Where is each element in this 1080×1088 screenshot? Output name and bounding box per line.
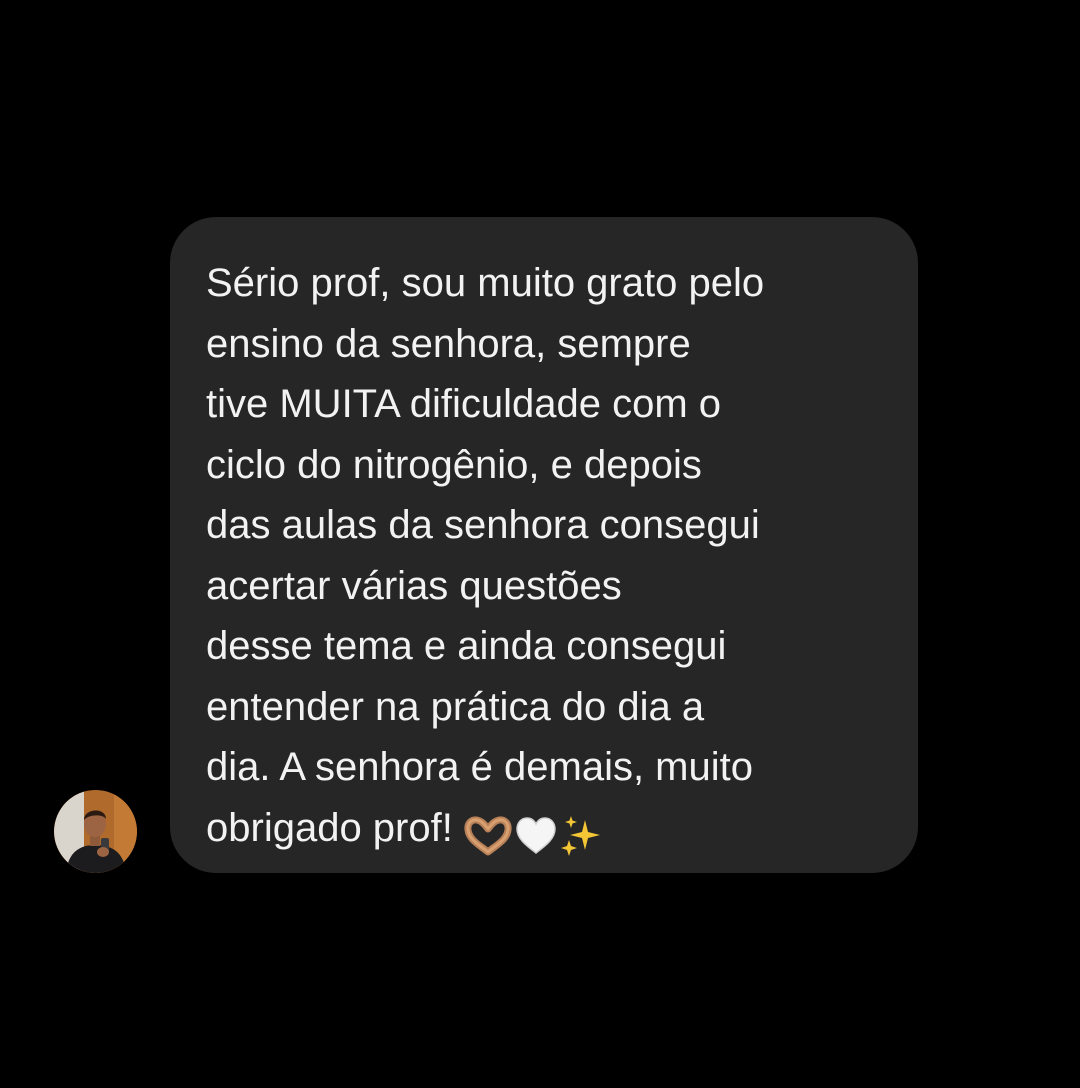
message-line: ciclo do nitrogênio, e depois [206, 442, 702, 487]
emoji-group [463, 804, 607, 865]
chat-screen: Sério prof, sou muito grato pelo ensino … [0, 0, 1080, 1088]
message-line: desse tema e ainda consegui [206, 624, 727, 668]
message-line: das aulas da senhora consegui [206, 503, 760, 547]
message-bubble[interactable]: Sério prof, sou muito grato pelo ensino … [170, 217, 918, 873]
message-line-last: obrigado prof! [206, 798, 882, 865]
message-line: entender na prática do dia a [206, 684, 705, 729]
sender-avatar[interactable] [54, 790, 137, 873]
message-text: Sério prof, sou muito grato pelo ensino … [206, 253, 882, 864]
white-heart-emoji-icon [516, 817, 556, 854]
message-line: tive MUITA dificuldade com o [206, 382, 722, 426]
message-line: Sério prof, sou muito grato pelo [206, 261, 765, 305]
sparkles-emoji-icon [560, 815, 600, 856]
user-avatar-icon [54, 790, 137, 873]
message-line: dia. A senhora é demais, muito [206, 745, 753, 789]
message-line: ensino da senhora, sempre [206, 321, 691, 366]
message-line-text: obrigado prof! [206, 805, 453, 850]
message-line: acertar várias questões [206, 563, 622, 608]
heart-hands-emoji-icon [464, 816, 512, 856]
